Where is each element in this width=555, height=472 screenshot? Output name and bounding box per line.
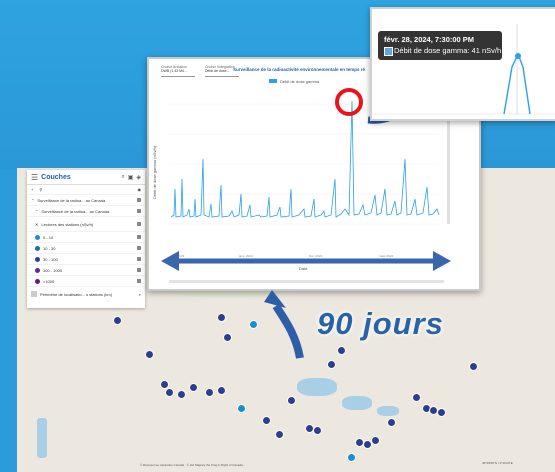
x-axis-label: Date <box>299 266 308 271</box>
layer-label: Lectures des stations (nSv/h) <box>41 221 94 227</box>
tooltip-zoom-inset: févr. 28, 2024, 7:30:00 PM Débit de dose… <box>370 7 555 121</box>
station-marker[interactable] <box>327 360 336 369</box>
duration-label: 90 jours <box>317 306 444 341</box>
legend-row: 10 - 30 <box>27 243 145 254</box>
station-marker[interactable] <box>189 383 198 392</box>
station-marker[interactable] <box>437 408 446 417</box>
tooltip-value: Débit de dose gamma: 41 nSv/h <box>394 46 502 55</box>
layer-checkbox[interactable] <box>31 291 37 297</box>
legend-label: 10 - 30 <box>43 245 56 251</box>
station-marker[interactable] <box>387 418 396 427</box>
x-tick-labels: déc. 2023 janv. 2024 févr. 2024 mars 202… <box>171 254 394 258</box>
range-navigator[interactable] <box>169 280 444 283</box>
map-lake <box>377 406 399 416</box>
layers-panel: ☰ Couches ⌕ ▣ ◈ + ⚲ ◉ ⌃ Surveillance de … <box>27 170 145 308</box>
x-tick-label: mars 2024 <box>379 254 394 258</box>
legend-label: Débit de dose gamma <box>280 79 320 84</box>
station-marker[interactable] <box>249 320 258 329</box>
legend-label: 0 - 10 <box>43 234 54 240</box>
station-marker[interactable] <box>237 404 246 413</box>
map-lake <box>297 378 337 396</box>
legend-dot-icon <box>35 278 40 284</box>
legend-dot-icon <box>35 256 40 262</box>
arrow-right-icon <box>433 251 451 271</box>
zoom-chart <box>372 24 555 115</box>
map-coordinates: 45°28'06"N / 4°36'20"E <box>482 461 513 465</box>
layer-row[interactable]: Périmètre de localisatio... s stations (… <box>27 287 145 301</box>
station-marker[interactable] <box>313 426 322 435</box>
peak-point <box>515 53 521 59</box>
station-marker[interactable] <box>262 416 271 425</box>
station-marker[interactable] <box>223 333 232 342</box>
layers-icon[interactable]: ◈ <box>136 174 141 181</box>
legend-dot-icon <box>35 234 40 240</box>
layer-row[interactable]: ✕ Lectures des stations (nSv/h) <box>27 217 145 232</box>
add-icon[interactable]: + <box>31 187 33 192</box>
legend-row: 0 - 10 <box>27 232 145 243</box>
station-marker[interactable] <box>287 396 296 405</box>
layer-menu-icon[interactable] <box>137 268 141 272</box>
station-marker[interactable] <box>337 346 346 355</box>
chevron-up-icon[interactable]: ⌃ <box>31 198 34 203</box>
scrollbar[interactable] <box>447 114 450 224</box>
tooltip-swatch <box>384 47 393 56</box>
layer-menu-icon[interactable] <box>137 235 141 239</box>
settings-icon[interactable]: ⚲ <box>39 187 42 192</box>
visibility-icon[interactable]: ◉ <box>138 187 142 192</box>
station-marker[interactable] <box>165 388 174 397</box>
station-marker[interactable] <box>145 350 154 359</box>
search-icon[interactable]: ⌕ <box>139 292 141 297</box>
station-marker[interactable] <box>275 430 284 439</box>
y-axis-label: Débit de dose gamma (nSv/h) <box>152 145 157 199</box>
station-marker[interactable] <box>412 393 421 402</box>
search-icon[interactable]: ⌕ <box>121 174 124 181</box>
station-marker[interactable] <box>347 453 356 462</box>
layer-group-row[interactable]: ⌃ Surveillance de la radioa... au Canada <box>27 195 145 206</box>
map-coast <box>37 418 47 458</box>
legend-row: 100 - 1000 <box>27 265 145 276</box>
layer-label: Surveillance de la radioa... au Canada <box>41 208 110 214</box>
close-icon[interactable]: ✕ <box>35 222 38 227</box>
legend-row: 30 - 100 <box>27 254 145 265</box>
station-marker[interactable] <box>469 362 478 371</box>
legend-swatch <box>269 79 277 83</box>
legend-dot-icon <box>35 267 40 273</box>
station-marker[interactable] <box>113 316 122 325</box>
layer-menu-icon[interactable] <box>137 279 141 283</box>
legend-row: >1000 <box>27 276 145 287</box>
layer-group-label: Surveillance de la radioa... au Canada <box>37 197 106 203</box>
legend-dot-icon <box>35 245 40 251</box>
layers-toolbar: + ⚲ ◉ <box>27 185 145 195</box>
station-marker[interactable] <box>205 388 214 397</box>
arrow-left-icon <box>161 251 179 271</box>
legend-label: 100 - 1000 <box>43 267 63 273</box>
hamburger-icon[interactable]: ☰ <box>31 173 38 182</box>
chevron-up-icon[interactable]: ⌃ <box>35 209 38 214</box>
layers-header: ☰ Couches ⌕ ▣ ◈ <box>27 170 145 185</box>
layer-label: Périmètre de localisatio... s stations (… <box>40 291 113 297</box>
station-marker[interactable] <box>217 386 226 395</box>
layer-menu-icon[interactable] <box>137 246 141 250</box>
map-lake <box>342 396 372 410</box>
layers-title: Couches <box>41 173 71 181</box>
highlight-circle <box>335 88 363 116</box>
x-tick-label: janv. 2024 <box>238 254 253 258</box>
map-attribution: © Ressources naturelles Canada · © His M… <box>140 463 246 467</box>
legend-label: >1000 <box>43 278 55 284</box>
layer-menu-icon[interactable] <box>137 198 141 202</box>
layer-menu-icon[interactable] <box>137 257 141 261</box>
grid <box>169 103 439 225</box>
layer-row[interactable]: ⌃ Surveillance de la radioa... au Canada <box>27 206 145 217</box>
layer-menu-icon[interactable] <box>137 222 141 226</box>
station-marker[interactable] <box>371 436 380 445</box>
tooltip-timestamp: févr. 28, 2024, 7:30:00 PM <box>384 35 475 44</box>
tooltip: févr. 28, 2024, 7:30:00 PM Débit de dose… <box>378 31 502 60</box>
layer-menu-icon[interactable] <box>137 209 141 213</box>
panel-icon[interactable]: ▣ <box>128 174 134 181</box>
station-marker[interactable] <box>177 390 186 399</box>
x-tick-label: févr. 2024 <box>309 254 323 258</box>
legend-label: 30 - 100 <box>43 256 58 262</box>
station-marker[interactable] <box>217 313 226 322</box>
